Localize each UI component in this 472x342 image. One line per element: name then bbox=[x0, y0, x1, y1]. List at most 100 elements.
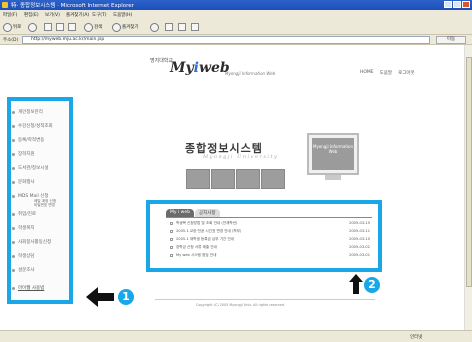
sidebar-item-library[interactable]: 도서관/정보시설 bbox=[12, 165, 49, 171]
mail-button[interactable] bbox=[165, 22, 173, 32]
bullet-icon bbox=[170, 246, 173, 249]
favorites-icon bbox=[112, 22, 121, 32]
site-logo[interactable]: Myiweb bbox=[170, 60, 230, 76]
sidebar-bottom-link[interactable]: 마이웹 사용법 bbox=[12, 285, 44, 291]
notice-title: 장학금 신청 서류 제출 안내 bbox=[176, 245, 217, 249]
bullet-icon bbox=[12, 268, 15, 272]
notice-row[interactable]: My web 시스템 점검 안내 2005-03-01 bbox=[170, 253, 370, 259]
bullet-icon bbox=[12, 212, 15, 216]
logout-link[interactable]: 로그아웃 bbox=[398, 70, 415, 76]
sidebar-item-label: 장학지원 bbox=[18, 152, 35, 157]
scrollbar-thumb[interactable] bbox=[466, 57, 472, 287]
menu-bar: 파일(F) 편집(E) 보기(V) 즐겨찾기(A) 도구(T) 도움말(H) bbox=[0, 10, 472, 19]
home-icon bbox=[68, 23, 76, 31]
sidebar-item-registration[interactable]: 등록/학적변동 bbox=[12, 137, 44, 143]
notice-row[interactable]: 장학금 신청 서류 제출 안내 2005-03-02 bbox=[170, 245, 370, 251]
edit-button[interactable] bbox=[191, 22, 199, 32]
address-bar: 주소(D) http://myweb.mju.ac.kr/main.jsp 이동 bbox=[0, 35, 472, 45]
ie-icon bbox=[2, 2, 8, 8]
sidebar-item-courses[interactable]: 수강신청/성적조회 bbox=[12, 123, 53, 129]
bullet-icon bbox=[12, 286, 15, 290]
menu-edit[interactable]: 편집(E) bbox=[24, 12, 39, 18]
go-button[interactable]: 이동 bbox=[436, 36, 466, 44]
photo-4 bbox=[261, 169, 285, 189]
notice-date: 2005-03-15 bbox=[349, 221, 370, 225]
sidebar-item-counseling[interactable]: 학생상담 bbox=[12, 253, 35, 259]
edit-icon bbox=[191, 23, 199, 31]
close-button[interactable] bbox=[462, 1, 470, 8]
site-header: 명지대학교 Myiweb Myongji Information Web HOM… bbox=[0, 45, 464, 85]
search-icon bbox=[84, 22, 93, 32]
toolbar: 뒤로 검색 즐겨찾기 bbox=[0, 19, 472, 35]
home-button[interactable] bbox=[68, 22, 76, 32]
stop-icon bbox=[44, 23, 52, 31]
print-button[interactable] bbox=[178, 22, 186, 32]
status-bar: 인터넷 bbox=[0, 330, 472, 342]
sidebar-item-welfare[interactable]: 학생복지 bbox=[12, 225, 35, 231]
refresh-button[interactable] bbox=[56, 22, 64, 32]
photo-2 bbox=[211, 169, 235, 189]
address-label: 주소(D) bbox=[3, 38, 19, 43]
menu-view[interactable]: 보기(V) bbox=[45, 12, 60, 18]
annotation-badge-1: 1 bbox=[118, 289, 134, 305]
bullet-icon bbox=[12, 180, 15, 184]
maximize-button[interactable] bbox=[453, 1, 461, 8]
notice-date: 2005-03-02 bbox=[349, 245, 370, 249]
history-button[interactable] bbox=[150, 22, 159, 32]
bullet-icon bbox=[170, 230, 173, 233]
notice-row[interactable]: 학생복 신청방법 및 조회 안내 (전체학년) 2005-03-15 bbox=[170, 221, 370, 227]
bullet-icon bbox=[12, 166, 15, 170]
monitor-illustration: Myongji Information Web bbox=[307, 133, 359, 180]
notice-date: 2005-03-01 bbox=[349, 253, 370, 257]
monitor-stand bbox=[325, 175, 341, 180]
sidebar-item-personal[interactable]: 개인정보관리 bbox=[12, 109, 43, 115]
favorites-label: 즐겨찾기 bbox=[122, 25, 139, 30]
sidebar-sub-2[interactable]: 비밀번호 변경 bbox=[34, 203, 55, 207]
sidebar-item-label: 수강신청/성적조회 bbox=[18, 124, 53, 129]
menu-favorites[interactable]: 즐겨찾기(A) bbox=[66, 12, 89, 18]
bullet-icon bbox=[170, 254, 173, 257]
search-button[interactable]: 검색 bbox=[84, 22, 102, 32]
sidebar-item-scholarship[interactable]: 장학지원 bbox=[12, 151, 35, 157]
back-button[interactable]: 뒤로 bbox=[3, 22, 21, 32]
sidebar-item-volunteer[interactable]: 사회봉사활동신청 bbox=[12, 239, 51, 245]
favorites-button[interactable]: 즐겨찾기 bbox=[112, 22, 139, 32]
sidebar-bottom-label: 마이웹 사용법 bbox=[18, 286, 45, 291]
menu-file[interactable]: 파일(F) bbox=[3, 12, 17, 18]
notice-divider bbox=[166, 217, 372, 218]
brand-subtitle: Myongji Information Web bbox=[225, 71, 276, 76]
footer-divider bbox=[155, 299, 375, 300]
notice-date: 2005-03-11 bbox=[349, 229, 370, 233]
help-link[interactable]: 도움말 bbox=[380, 70, 392, 76]
tab-notices[interactable]: 공지사항 bbox=[194, 209, 220, 217]
bullet-icon bbox=[12, 254, 15, 258]
tab-myweb[interactable]: My i web bbox=[166, 209, 194, 217]
bullet-icon bbox=[12, 240, 15, 244]
history-icon bbox=[150, 22, 159, 32]
bullet-icon bbox=[12, 226, 15, 230]
sidebar-item-label: 학생복지 bbox=[18, 226, 35, 231]
bullet-icon bbox=[12, 110, 15, 114]
page-viewport: 명지대학교 Myiweb Myongji Information Web HOM… bbox=[0, 45, 464, 330]
sidebar-item-culture[interactable]: 문화행사 bbox=[12, 179, 35, 185]
header-links: HOME 도움말 로그아웃 bbox=[360, 70, 415, 76]
address-input[interactable]: http://myweb.mju.ac.kr/main.jsp bbox=[22, 36, 430, 44]
sidebar-item-label: 개인정보관리 bbox=[18, 110, 43, 115]
forward-icon bbox=[28, 22, 37, 32]
vertical-scrollbar[interactable] bbox=[464, 45, 472, 330]
sidebar-item-career[interactable]: 취업/진로 bbox=[12, 211, 36, 217]
bullet-icon bbox=[12, 194, 15, 198]
menu-help[interactable]: 도움말(H) bbox=[113, 12, 132, 18]
menu-tools[interactable]: 도구(T) bbox=[92, 12, 107, 18]
forward-button[interactable] bbox=[28, 22, 37, 32]
bullet-icon bbox=[12, 138, 15, 142]
bullet-icon bbox=[170, 238, 173, 241]
notice-row[interactable]: 2005-1 교양·전공 시간표 변경 안내 (학부) 2005-03-11 bbox=[170, 229, 370, 235]
notice-row[interactable]: 2005-1 재학생 등록금 납부 기간 안내 2005-03-10 bbox=[170, 237, 370, 243]
stop-button[interactable] bbox=[44, 22, 52, 32]
window-controls bbox=[444, 1, 470, 8]
refresh-icon bbox=[56, 23, 64, 31]
sidebar-item-survey[interactable]: 설문조사 bbox=[12, 267, 35, 273]
minimize-button[interactable] bbox=[444, 1, 452, 8]
home-link[interactable]: HOME bbox=[360, 70, 374, 76]
